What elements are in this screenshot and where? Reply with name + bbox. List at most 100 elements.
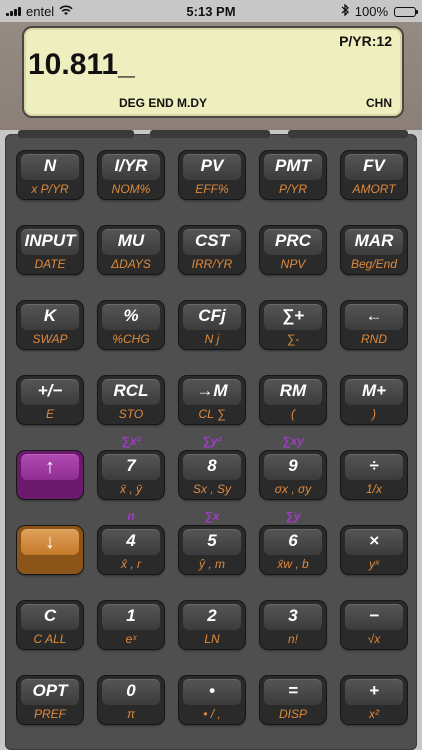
key-primary-label: PMT: [275, 156, 311, 175]
key-primary-label: RM: [279, 381, 307, 400]
key-primary-label: 9: [288, 456, 298, 475]
key-r3c5-sym[interactable]: ← RND: [341, 301, 407, 349]
key-secondary-label: IRR/YR: [191, 257, 233, 271]
key-primary-label: ↑: [45, 456, 55, 478]
key-secondary-label: AMORT: [352, 182, 396, 196]
key-secondary-label: x²: [369, 707, 379, 721]
key-primary-label: INPUT: [24, 231, 76, 250]
key-secondary-label: DATE: [34, 257, 66, 271]
key-r5c1-sym[interactable]: ↑: [17, 451, 83, 499]
key-r7c1-c[interactable]: C C ALL: [17, 601, 83, 649]
key-secondary-label: ΔDAYS: [111, 257, 151, 271]
key-r7c3-2[interactable]: 2 LN: [179, 601, 245, 649]
key-secondary-label: Sx , Sy: [192, 482, 231, 496]
key-secondary-label: P/YR: [278, 182, 307, 196]
key-primary-label: FV: [363, 156, 385, 175]
key-primary-label: 7: [126, 456, 136, 475]
key-primary-label: 3: [288, 606, 298, 625]
key-secondary-label: STO: [118, 407, 144, 421]
key-r6c3-5[interactable]: 5 ŷ , m: [179, 526, 245, 574]
key-r7c4-3[interactable]: 3 n!: [260, 601, 326, 649]
key-r6c4-6[interactable]: 6 x̄w , b: [260, 526, 326, 574]
key-r7c2-1[interactable]: 1 eˣ: [98, 601, 164, 649]
battery-icon: [394, 6, 418, 17]
key-r5c2-7[interactable]: 7 x̄ , ȳ: [98, 451, 164, 499]
key-primary-label: •: [209, 681, 215, 700]
shift-label: n: [127, 509, 135, 523]
key-r4c1-sym[interactable]: +/− E: [17, 376, 83, 424]
key-r1c3-pv[interactable]: PV EFF%: [179, 151, 245, 199]
key-r4c2-rcl[interactable]: RCL STO: [98, 376, 164, 424]
key-r8c5-sym[interactable]: + x²: [341, 676, 407, 724]
key-secondary-label: ŷ , m: [199, 557, 225, 571]
key-secondary-label: DISP: [278, 707, 307, 721]
key-r2c1-input[interactable]: INPUT DATE: [17, 226, 83, 274]
key-r4c4-rm[interactable]: RM (: [260, 376, 326, 424]
key-r5c3-8[interactable]: 8 Sx , Sy: [179, 451, 245, 499]
key-primary-label: K: [43, 306, 57, 325]
key-primary-label: ×: [369, 531, 379, 550]
key-r8c2-0[interactable]: 0π: [98, 676, 164, 724]
key-r7c5-sym[interactable]: − √x: [341, 601, 407, 649]
bluetooth-icon: [341, 3, 349, 19]
key-r5c5-sym[interactable]: ÷ 1/x: [341, 451, 407, 499]
key-secondary-label: ∑-: [286, 332, 300, 346]
key-primary-label: =: [288, 681, 298, 700]
key-r4c5-m[interactable]: M+): [341, 376, 407, 424]
key-r6c5-sym[interactable]: × yˣ: [341, 526, 407, 574]
key-r3c4-sym[interactable]: ∑+ ∑-: [260, 301, 326, 349]
shift-label: ∑xy: [282, 434, 304, 448]
key-primary-label: 1: [126, 606, 136, 625]
key-primary-label: 5: [207, 531, 217, 550]
key-primary-label: 0: [126, 681, 136, 700]
shift-label: ∑y²: [202, 434, 222, 448]
key-r4c3-m[interactable]: →M CL ∑: [179, 376, 245, 424]
annunciators: DEG END M.DY: [119, 96, 208, 110]
key-r6c1-sym[interactable]: ↓: [17, 526, 83, 574]
key-primary-label: I/YR: [114, 156, 148, 175]
lcd-display: P/YR:12 10.811_ DEG END M.DY CHN: [22, 26, 404, 118]
key-r2c4-prc[interactable]: PRC NPV: [260, 226, 326, 274]
key-r1c4-pmt[interactable]: PMT P/YR: [260, 151, 326, 199]
key-r8c4-sym[interactable]: = DISP: [260, 676, 326, 724]
key-r1c1-n[interactable]: Nx P/YR: [17, 151, 83, 199]
key-secondary-label: (: [291, 407, 295, 421]
key-r1c5-fv[interactable]: FV AMORT: [341, 151, 407, 199]
key-r2c5-mar[interactable]: MAR Beg/End: [341, 226, 407, 274]
key-secondary-label: 1/x: [365, 482, 382, 496]
key-secondary-label: LN: [204, 632, 220, 646]
key-r2c3-cst[interactable]: CST IRR/YR: [179, 226, 245, 274]
calculator-housing: P/YR:12 10.811_ DEG END M.DY CHN: [0, 22, 422, 130]
key-r8c3-sym[interactable]: • • / ,: [179, 676, 245, 724]
key-secondary-label: • / ,: [203, 707, 221, 721]
key-primary-label: N: [43, 156, 57, 175]
key-r3c1-k[interactable]: K SWAP: [17, 301, 83, 349]
key-secondary-label: E: [45, 407, 54, 421]
key-secondary-label: %CHG: [112, 332, 150, 346]
key-r3c3-cfj[interactable]: CFj N j: [179, 301, 245, 349]
key-secondary-label: x P/YR: [31, 182, 69, 196]
key-primary-label: ∑+: [281, 306, 305, 325]
shift-label: ∑x²: [121, 434, 141, 448]
key-secondary-label: Beg/End: [350, 257, 398, 271]
key-secondary-label: C ALL: [33, 632, 67, 646]
key-r3c2-sym[interactable]: % %CHG: [98, 301, 164, 349]
payments-per-year: P/YR:12: [339, 33, 392, 49]
key-primary-label: ↓: [45, 531, 55, 553]
key-r2c2-mu[interactable]: MU ΔDAYS: [98, 226, 164, 274]
key-r5c4-9[interactable]: 9 σx , σy: [260, 451, 326, 499]
key-primary-label: OPT: [32, 681, 68, 700]
keypad-tab: [288, 130, 408, 138]
key-primary-label: →M: [196, 381, 228, 400]
key-primary-label: −: [369, 606, 379, 625]
key-r6c2-4[interactable]: 4 x̂ , r: [98, 526, 164, 574]
key-r8c1-opt[interactable]: OPT PREF: [17, 676, 83, 724]
key-primary-label: ÷: [369, 456, 379, 475]
key-r1c2-i-yr[interactable]: I/YR NOM%: [98, 151, 164, 199]
key-secondary-label: π: [126, 707, 136, 721]
key-primary-label: 4: [126, 531, 136, 550]
key-secondary-label: x̂ , r: [121, 557, 141, 571]
key-primary-label: C: [43, 606, 57, 625]
key-secondary-label: RND: [361, 332, 387, 346]
key-secondary-label: SWAP: [32, 332, 68, 346]
